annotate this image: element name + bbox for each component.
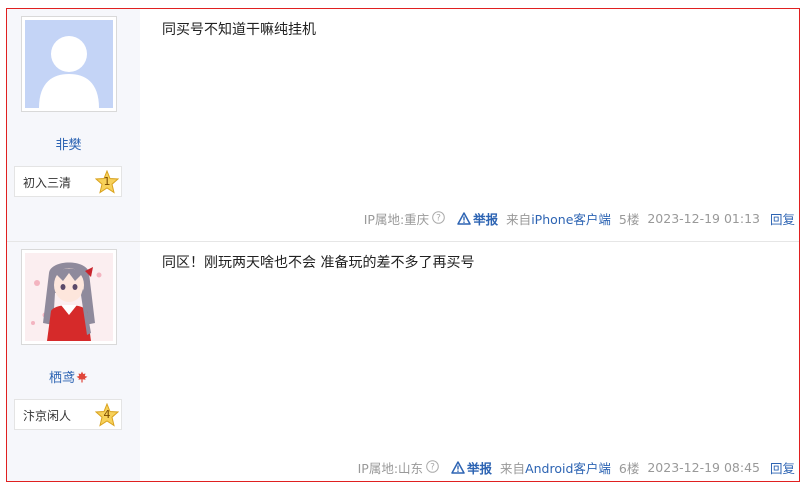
username-link[interactable]: 栖鸢 bbox=[7, 367, 130, 387]
post-time: 2023-12-19 01:13 bbox=[647, 211, 760, 226]
author-sidebar: 非樊 初入三清 1 bbox=[7, 9, 140, 241]
username-text: 栖鸢 bbox=[48, 371, 75, 386]
post-content: 同买号不知道干嘛纯挂机 bbox=[162, 22, 316, 38]
from-prefix: 来自 bbox=[500, 461, 526, 476]
help-circle-icon[interactable]: ? bbox=[426, 459, 439, 476]
ip-location: IP属地:重庆 bbox=[363, 212, 430, 227]
post-floor-5: 非樊 初入三清 1 同买号不知道干嘛纯挂机 bbox=[7, 9, 799, 242]
level-star-icon: 1 bbox=[95, 170, 119, 194]
author-sidebar: 栖鸢 汴京闲人 4 bbox=[7, 242, 140, 481]
floor-number: 5楼 bbox=[618, 212, 640, 227]
level-number: 1 bbox=[103, 175, 111, 188]
reply-button[interactable]: 回复 bbox=[770, 209, 795, 228]
post-content: 同区！刚玩两天啥也不会 准备玩的差不多了再买号 bbox=[162, 255, 475, 271]
floor-number: 6楼 bbox=[618, 461, 640, 476]
avatar[interactable] bbox=[21, 249, 117, 345]
report-label: 举报 bbox=[467, 461, 493, 476]
level-name: 汴京闲人 bbox=[23, 409, 72, 423]
help-circle-icon[interactable]: ? bbox=[432, 210, 445, 227]
client-source: 来自Android客户端 bbox=[500, 458, 611, 477]
from-prefix: 来自 bbox=[506, 212, 532, 227]
report-button[interactable]: 举报 bbox=[451, 458, 492, 477]
client-source: 来自iPhone客户端 bbox=[506, 209, 611, 228]
default-avatar-icon bbox=[25, 20, 113, 108]
reply-button[interactable]: 回复 bbox=[770, 458, 795, 477]
post-tail-floor-5: IP属地:重庆 ? 举报 来自iPhone客户端 5楼 2023-12-19 0… bbox=[364, 209, 795, 228]
username-link[interactable]: 非樊 bbox=[7, 134, 130, 153]
warning-triangle-icon bbox=[451, 461, 465, 474]
post-floor-6: 栖鸢 汴京闲人 4 同区！刚玩两天啥也不会 准备玩的差不多了再买号 bbox=[7, 242, 799, 481]
maple-leaf-icon bbox=[76, 371, 88, 387]
client-link[interactable]: Android客户端 bbox=[525, 461, 611, 476]
ip-location: IP属地:山东 bbox=[357, 461, 424, 476]
post-time: 2023-12-19 08:45 bbox=[647, 460, 760, 475]
level-name: 初入三清 bbox=[23, 176, 72, 190]
level-star-icon: 4 bbox=[95, 403, 119, 427]
level-number: 4 bbox=[103, 408, 111, 421]
report-label: 举报 bbox=[473, 212, 499, 227]
client-link[interactable]: iPhone客户端 bbox=[531, 212, 611, 227]
svg-text:?: ? bbox=[430, 462, 435, 472]
thread-posts-frame: 非樊 初入三清 1 同买号不知道干嘛纯挂机 栖鸢 汴京闲人 4 同区！刚玩两天啥… bbox=[6, 8, 800, 482]
report-button[interactable]: 举报 bbox=[457, 209, 498, 228]
user-level-badge[interactable]: 汴京闲人 4 bbox=[14, 399, 122, 430]
avatar[interactable] bbox=[21, 16, 117, 112]
warning-triangle-icon bbox=[457, 212, 471, 225]
svg-text:?: ? bbox=[436, 213, 441, 223]
anime-girl-avatar bbox=[25, 253, 113, 341]
user-level-badge[interactable]: 初入三清 1 bbox=[14, 166, 122, 197]
post-tail-floor-6: IP属地:山东 ? 举报 来自Android客户端 6楼 2023-12-19 … bbox=[358, 458, 795, 477]
